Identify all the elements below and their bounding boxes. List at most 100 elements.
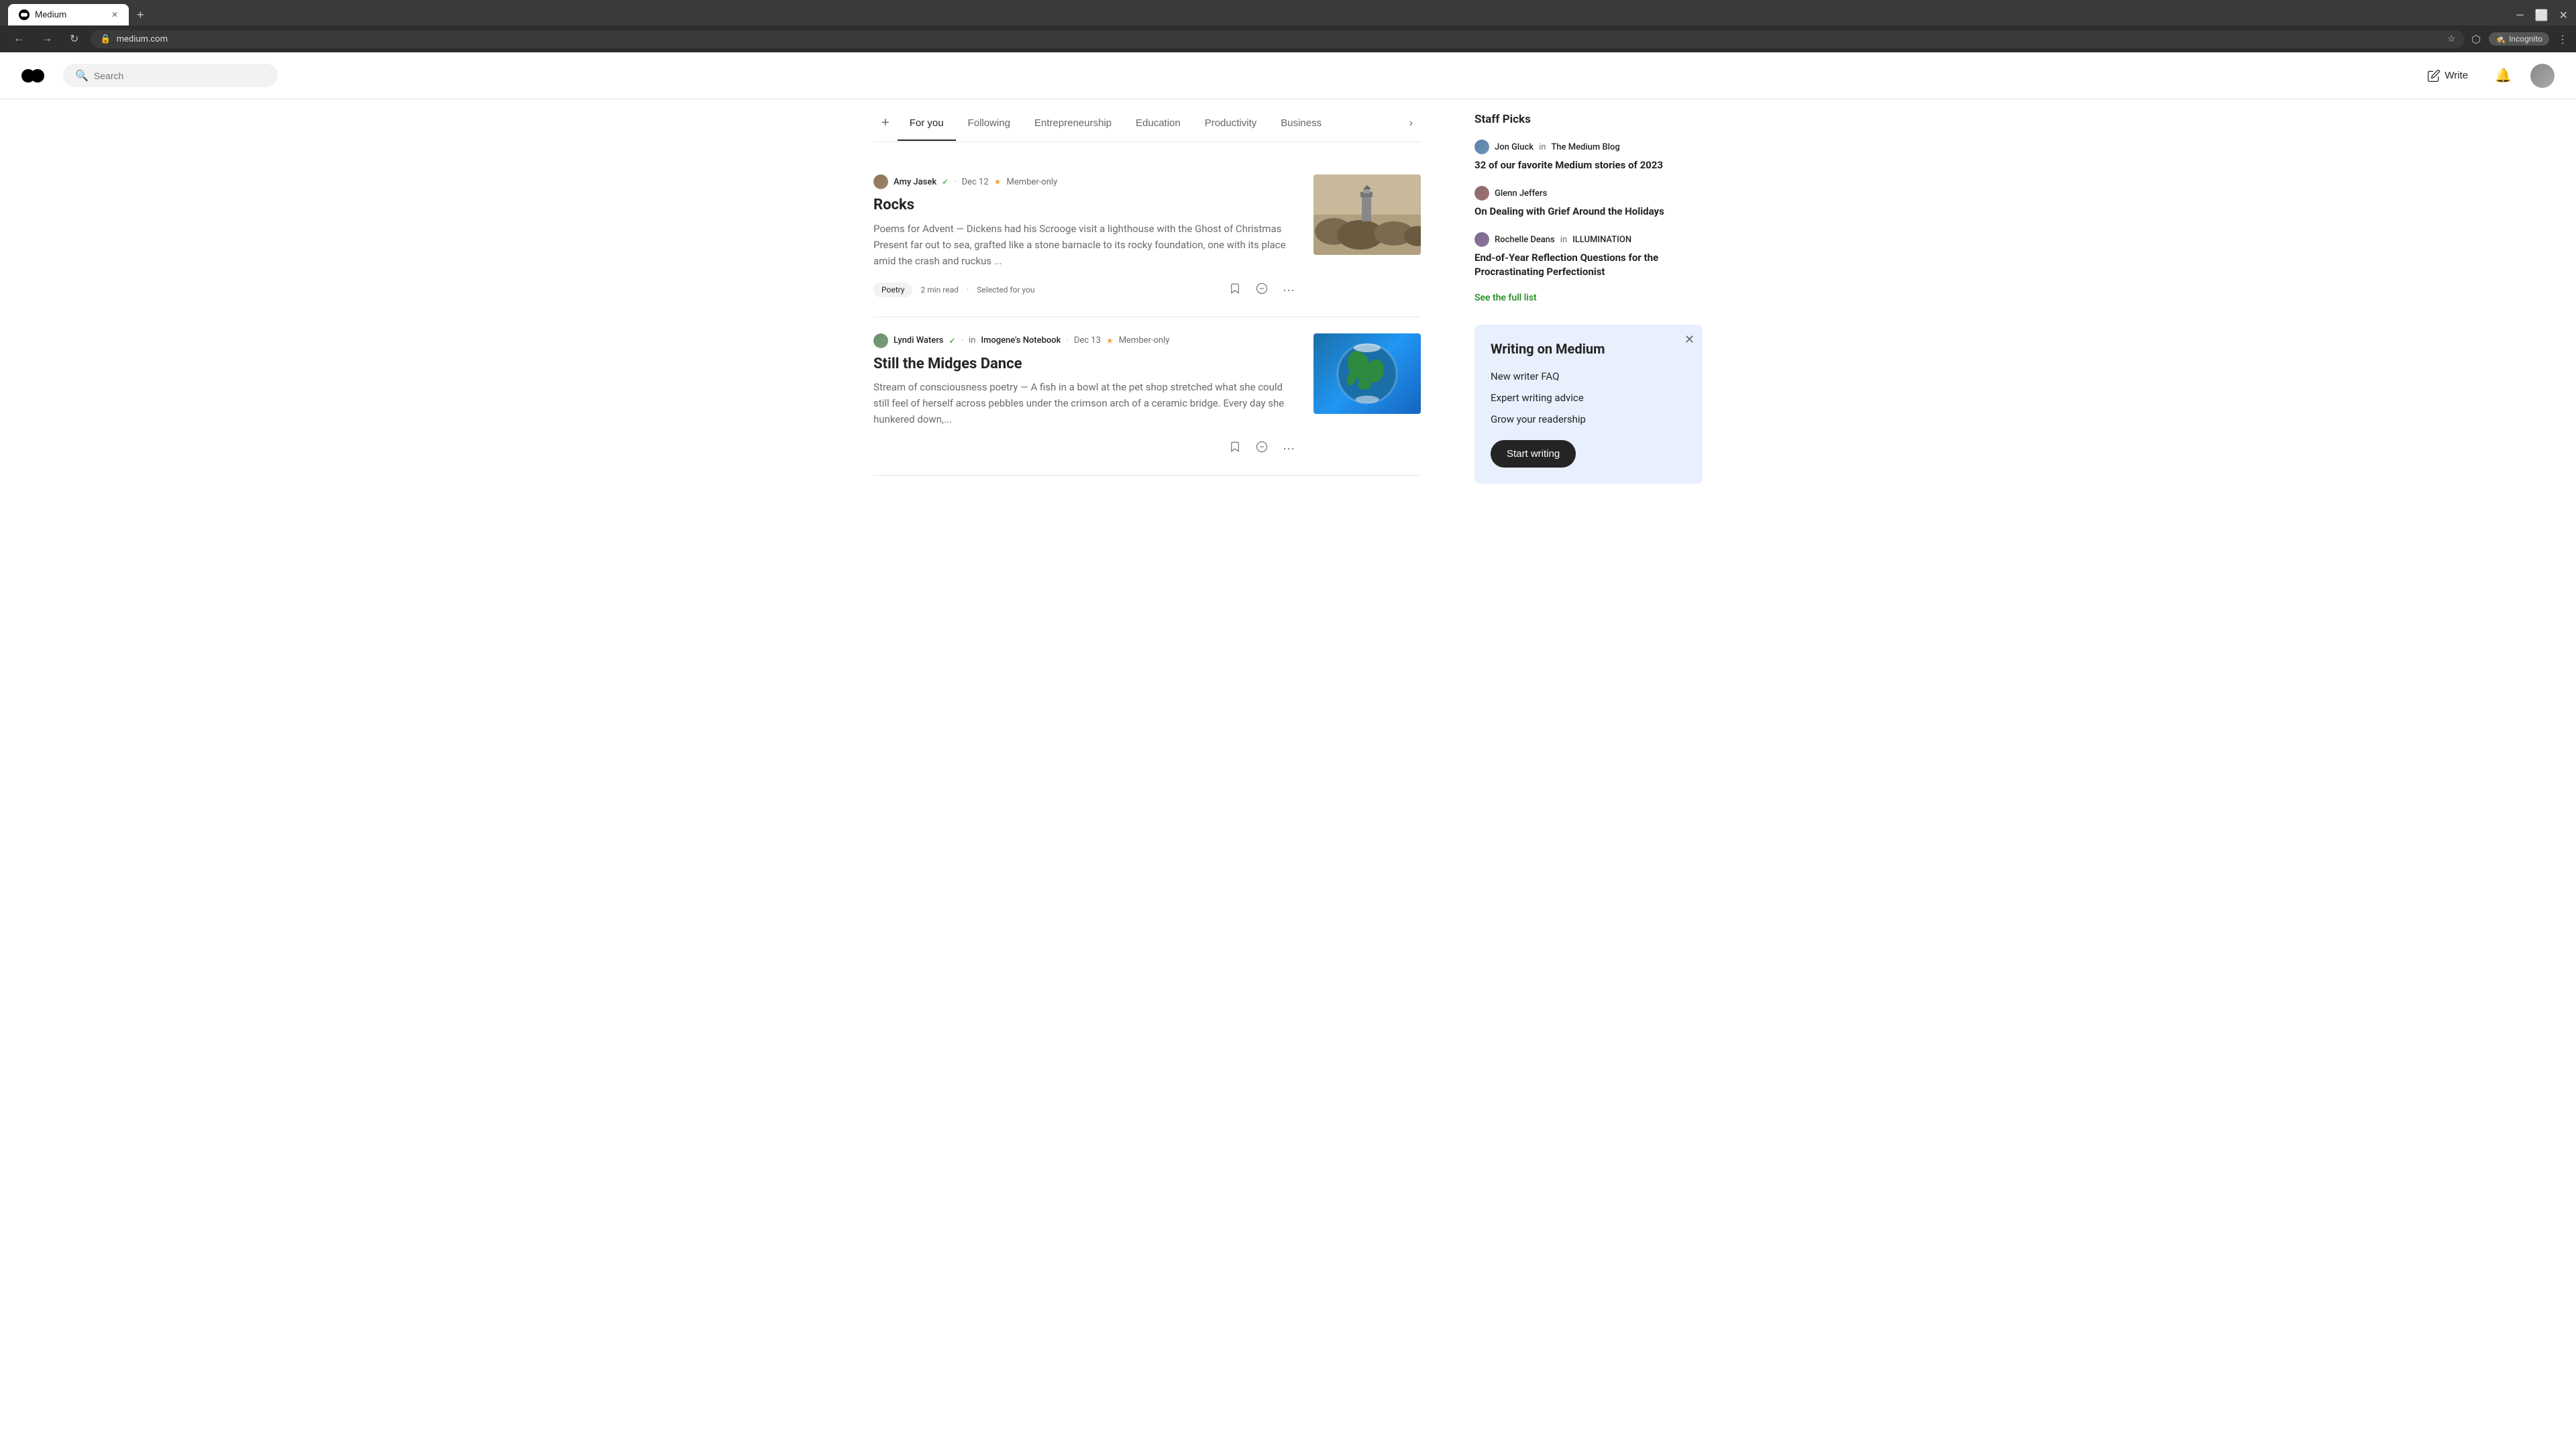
tab-for-you[interactable]: For you: [898, 111, 956, 141]
search-input[interactable]: [94, 70, 266, 81]
staff-pick-avatar: [1474, 232, 1489, 247]
maximize-button[interactable]: ⬜: [2535, 9, 2548, 21]
footer-dot: ·: [967, 285, 969, 295]
tab-following[interactable]: Following: [956, 111, 1022, 141]
meta-dot: ·: [954, 177, 956, 187]
article-thumbnail-image: [1313, 333, 1421, 414]
staff-pick-publication[interactable]: ILLUMINATION: [1572, 235, 1631, 245]
author-name[interactable]: Amy Jasek: [894, 177, 936, 187]
article-meta: Amy Jasek ✓ · Dec 12 ★ Member-only: [873, 174, 1297, 189]
bookmark-icon[interactable]: ☆: [2447, 34, 2455, 44]
meta-dot: ·: [1066, 335, 1068, 345]
save-button[interactable]: [1226, 438, 1244, 459]
author-name[interactable]: Lyndi Waters: [894, 335, 944, 345]
extensions-icon[interactable]: ⬡: [2471, 33, 2481, 46]
article-footer: Poetry 2 min read · Selected for you ···: [873, 280, 1297, 301]
start-writing-button[interactable]: Start writing: [1491, 440, 1576, 468]
article-excerpt: Stream of consciousness poetry — A fish …: [873, 379, 1297, 427]
grow-readership-link[interactable]: Grow your readership: [1491, 413, 1686, 425]
address-bar-row: ← → ↻ 🔒 medium.com ☆ ⬡ 🕵 Incognito ⋮: [0, 25, 2576, 52]
more-options-button[interactable]: ···: [1280, 280, 1297, 300]
tab-productivity[interactable]: Productivity: [1193, 111, 1269, 141]
writing-card-close-button[interactable]: ✕: [1684, 333, 1695, 347]
tab-close-button[interactable]: ✕: [111, 10, 118, 19]
staff-pick-avatar: [1474, 140, 1489, 154]
search-icon: 🔍: [75, 69, 89, 82]
staff-pick-author[interactable]: Rochelle Deans: [1495, 235, 1555, 245]
article-title[interactable]: Still the Midges Dance: [873, 355, 1297, 374]
staff-pick-title[interactable]: On Dealing with Grief Around the Holiday…: [1474, 205, 1703, 219]
menu-icon[interactable]: ⋮: [2557, 33, 2568, 46]
staff-pick-in-label: in: [1539, 142, 1546, 152]
medium-header: 🔍 Write 🔔: [0, 52, 2576, 99]
staff-pick-author[interactable]: Jon Gluck: [1495, 142, 1534, 152]
write-label: Write: [2445, 70, 2468, 81]
article-card: Amy Jasek ✓ · Dec 12 ★ Member-only Rocks…: [873, 158, 1421, 317]
minimize-button[interactable]: —: [2516, 9, 2524, 21]
forward-button[interactable]: →: [36, 30, 58, 48]
member-star-icon: ★: [1106, 336, 1114, 345]
staff-pick-meta: Rochelle Deans in ILLUMINATION: [1474, 232, 1703, 247]
tab-entrepreneurship[interactable]: Entrepreneurship: [1022, 111, 1124, 141]
address-bar-icons: ☆: [2447, 34, 2455, 44]
article-meta: Lyndi Waters ✓ · in Imogene's Notebook ·…: [873, 333, 1297, 348]
tab-title: Medium: [35, 10, 66, 20]
save-button[interactable]: [1226, 280, 1244, 301]
member-star-icon: ★: [994, 177, 1002, 186]
article-thumbnail-image: [1313, 174, 1421, 255]
tab-favicon: [19, 9, 30, 20]
staff-pick-author[interactable]: Glenn Jeffers: [1495, 189, 1547, 199]
article-actions: ···: [1226, 280, 1297, 301]
less-like-button[interactable]: [1253, 280, 1271, 301]
expert-writing-advice-link[interactable]: Expert writing advice: [1491, 392, 1686, 404]
medium-logo[interactable]: [21, 69, 50, 83]
avatar-image: [2530, 64, 2555, 88]
read-time: 2 min read: [920, 285, 958, 294]
browser-right-icons: ⬡ 🕵 Incognito ⋮: [2471, 32, 2568, 46]
browser-tab[interactable]: Medium ✕: [8, 4, 129, 25]
staff-pick-title[interactable]: End-of-Year Reflection Questions for the…: [1474, 251, 1703, 279]
browser-tab-bar: Medium ✕ + — ⬜ ✕: [0, 0, 2576, 25]
topics-chevron-button[interactable]: ›: [1401, 112, 1421, 140]
article-content: Amy Jasek ✓ · Dec 12 ★ Member-only Rocks…: [873, 174, 1297, 301]
incognito-badge: 🕵 Incognito: [2489, 32, 2549, 46]
tab-business[interactable]: Business: [1269, 111, 1334, 141]
staff-pick-title[interactable]: 32 of our favorite Medium stories of 202…: [1474, 158, 1703, 172]
close-button[interactable]: ✕: [2559, 9, 2568, 21]
writing-on-medium-card: ✕ Writing on Medium New writer FAQ Exper…: [1474, 325, 1703, 484]
address-bar[interactable]: 🔒 medium.com ☆: [91, 30, 2465, 48]
staff-picks-title: Staff Picks: [1474, 113, 1703, 126]
less-like-button[interactable]: [1253, 438, 1271, 459]
main-layout: + For you Following Entrepreneurship Edu…: [852, 99, 1724, 484]
topic-tabs: + For you Following Entrepreneurship Edu…: [873, 99, 1421, 142]
staff-pick-avatar: [1474, 186, 1489, 201]
staff-pick-publication[interactable]: The Medium Blog: [1551, 142, 1619, 152]
writing-card-title: Writing on Medium: [1491, 341, 1686, 357]
new-writer-faq-link[interactable]: New writer FAQ: [1491, 370, 1686, 382]
article-tag[interactable]: Poetry: [873, 282, 912, 297]
write-icon: [2427, 69, 2440, 83]
staff-pick-item: Jon Gluck in The Medium Blog 32 of our f…: [1474, 140, 1703, 172]
search-bar[interactable]: 🔍: [63, 64, 278, 87]
logo-circle-right: [31, 69, 44, 83]
logo-circles: [21, 69, 50, 83]
reload-button[interactable]: ↻: [64, 30, 84, 48]
see-full-list-link[interactable]: See the full list: [1474, 292, 1703, 303]
notification-button[interactable]: 🔔: [2489, 62, 2517, 89]
article-thumbnail: [1313, 333, 1421, 414]
more-options-button[interactable]: ···: [1280, 439, 1297, 458]
add-topic-button[interactable]: +: [873, 110, 898, 142]
staff-picks-section: Staff Picks Jon Gluck in The Medium Blog…: [1474, 113, 1703, 303]
article-thumbnail: [1313, 174, 1421, 255]
publication-name[interactable]: Imogene's Notebook: [981, 335, 1061, 345]
back-button[interactable]: ←: [8, 30, 30, 48]
tab-education[interactable]: Education: [1124, 111, 1193, 141]
feed-section: + For you Following Entrepreneurship Edu…: [873, 99, 1421, 484]
write-button[interactable]: Write: [2419, 64, 2476, 88]
new-tab-button[interactable]: +: [131, 5, 150, 25]
article-title[interactable]: Rocks: [873, 196, 1297, 215]
staff-pick-meta: Glenn Jeffers: [1474, 186, 1703, 201]
avatar[interactable]: [2530, 64, 2555, 88]
window-controls: — ⬜ ✕: [2516, 9, 2568, 21]
article-date: Dec 13: [1074, 335, 1101, 345]
